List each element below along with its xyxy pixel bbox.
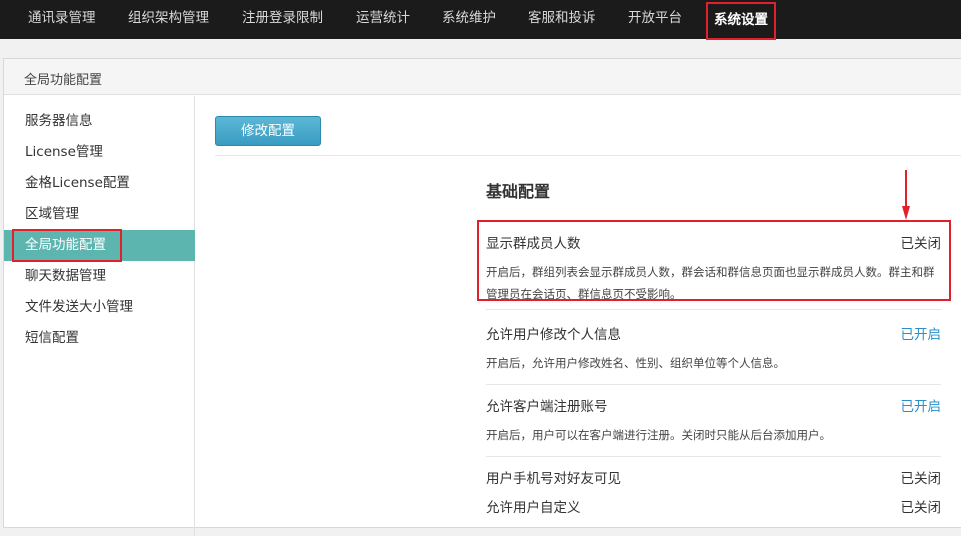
sidebar-item-label: License管理 <box>25 144 103 160</box>
setting-status-toggle[interactable]: 已开启 <box>901 395 942 415</box>
section-title: 基础配置 <box>486 182 551 201</box>
nav-system-maintenance[interactable]: 系统维护 <box>442 0 496 39</box>
sidebar: 服务器信息 License管理 金格License配置 区域管理 全局功能配置 … <box>4 96 195 536</box>
divider <box>486 309 941 310</box>
nav-system-settings[interactable]: 系统设置 <box>706 2 776 40</box>
sidebar-item-global-features[interactable]: 全局功能配置 <box>4 229 195 262</box>
setting-status-toggle[interactable]: 已开启 <box>901 323 942 343</box>
sidebar-item-chat-data-management[interactable]: 聊天数据管理 <box>4 261 195 292</box>
panel-title: 全局功能配置 <box>24 73 103 88</box>
setting-phone-visible-to-friends: 用户手机号对好友可见 已关闭 <box>486 467 941 491</box>
sidebar-item-label: 短信配置 <box>25 330 79 346</box>
setting-description: 开启后，用户可以在客户端进行注册。关闭时只能从后台添加用户。 <box>486 428 831 442</box>
sidebar-item-label: 聊天数据管理 <box>25 268 106 284</box>
setting-name: 允许用户修改个人信息 <box>486 327 621 343</box>
main-content: 修改配置 基础配置 显示群成员人数 已关闭 开启后，群组列表会显示群成员人数，群… <box>196 96 961 536</box>
setting-name: 允许用户自定义 <box>486 500 581 516</box>
setting-allow-edit-profile: 允许用户修改个人信息 已开启 开启后，允许用户修改姓名、性别、组织单位等个人信息… <box>486 323 941 389</box>
divider <box>486 456 941 457</box>
sidebar-item-server-info[interactable]: 服务器信息 <box>4 106 195 137</box>
sidebar-item-label: 文件发送大小管理 <box>25 299 133 315</box>
sidebar-item-kinggrid-license[interactable]: 金格License配置 <box>4 168 195 199</box>
red-arrow-icon <box>902 170 910 220</box>
top-navigation: 通讯录管理 组织架构管理 注册登录限制 运营统计 系统维护 客服和投诉 开放平台… <box>0 0 961 40</box>
nav-operation-stats[interactable]: 运营统计 <box>356 0 410 39</box>
setting-allow-client-register: 允许客户端注册账号 已开启 开启后，用户可以在客户端进行注册。关闭时只能从后台添… <box>486 395 941 461</box>
nav-contacts-management[interactable]: 通讯录管理 <box>28 0 96 39</box>
nav-support-complaints[interactable]: 客服和投诉 <box>528 0 596 39</box>
sidebar-item-region-management[interactable]: 区域管理 <box>4 199 195 230</box>
setting-status-toggle[interactable]: 已关闭 <box>901 467 942 487</box>
edit-config-button[interactable]: 修改配置 <box>215 116 321 146</box>
setting-status-toggle[interactable]: 已关闭 <box>901 496 942 516</box>
sidebar-item-label: 金格License配置 <box>25 175 130 191</box>
settings-panel: 全局功能配置 服务器信息 License管理 金格License配置 区域管理 … <box>3 58 961 536</box>
nav-org-structure-management[interactable]: 组织架构管理 <box>128 0 209 39</box>
setting-name: 允许客户端注册账号 <box>486 399 608 415</box>
sidebar-item-sms-config[interactable]: 短信配置 <box>4 323 195 354</box>
sidebar-item-license-management[interactable]: License管理 <box>4 137 195 168</box>
setting-allow-user-customize: 允许用户自定义 已关闭 <box>486 496 941 520</box>
sidebar-item-label: 区域管理 <box>25 206 79 222</box>
divider <box>215 155 961 156</box>
panel-header: 全局功能配置 <box>4 59 961 95</box>
nav-registration-login-limits[interactable]: 注册登录限制 <box>242 0 323 39</box>
highlight-box <box>12 229 122 262</box>
sidebar-item-file-size-management[interactable]: 文件发送大小管理 <box>4 292 195 323</box>
setting-name: 用户手机号对好友可见 <box>486 471 621 487</box>
sidebar-item-label: 服务器信息 <box>25 113 93 129</box>
divider <box>486 384 941 385</box>
highlight-box <box>477 220 951 301</box>
nav-open-platform[interactable]: 开放平台 <box>628 0 682 39</box>
setting-description: 开启后，允许用户修改姓名、性别、组织单位等个人信息。 <box>486 356 785 370</box>
